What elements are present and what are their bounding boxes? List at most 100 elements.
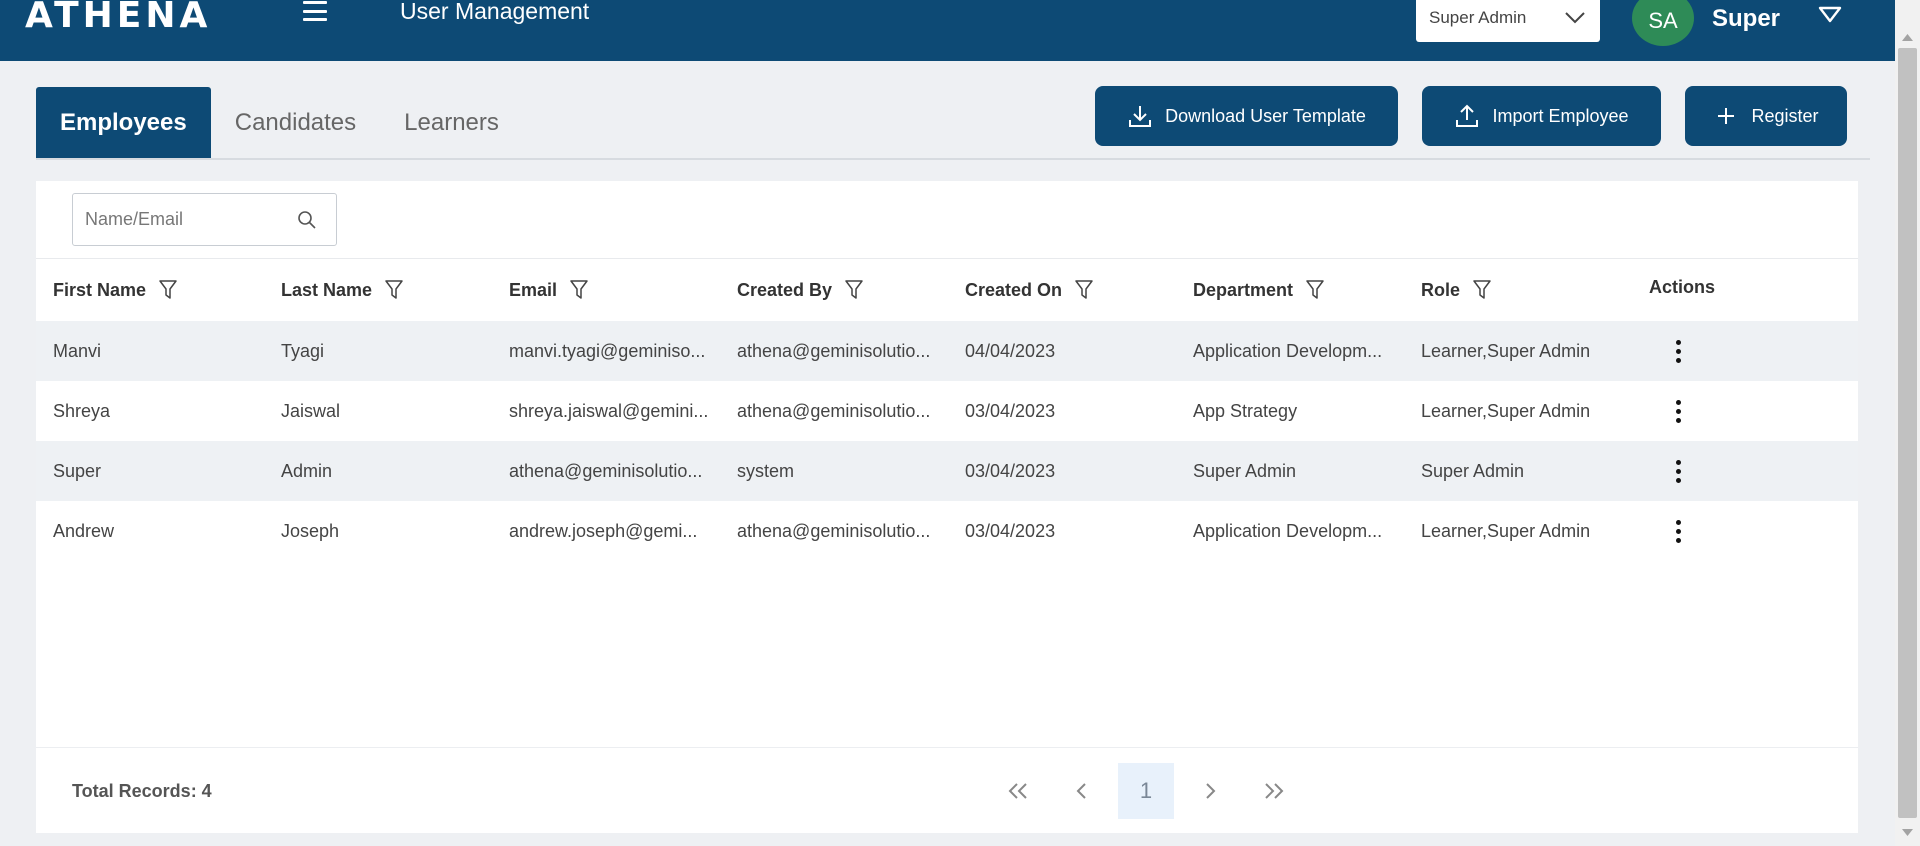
cell-role: Super Admin	[1421, 460, 1525, 481]
column-header-created-on: Created On	[965, 259, 1094, 321]
cell-created-by: system	[737, 460, 795, 481]
caret-down-icon[interactable]	[1818, 6, 1842, 24]
employees-card: First Name Last Name Email Created By Create…	[36, 181, 1858, 833]
column-header-label: Last Name	[281, 279, 373, 300]
column-header-label: Created By	[737, 279, 833, 300]
cell-last-name: Joseph	[281, 520, 340, 541]
cell-last-name: Jaiswal	[281, 400, 341, 421]
filter-icon[interactable]	[1074, 279, 1094, 301]
chevron-left-icon	[1076, 783, 1086, 799]
table-row[interactable]: Shreya Jaiswal shreya.jaiswal@gemini... ath…	[36, 381, 1858, 441]
cell-last-name: Admin	[281, 460, 333, 481]
tab-candidates[interactable]: Candidates	[211, 87, 380, 159]
filter-icon[interactable]	[1472, 279, 1492, 301]
double-chevron-left-icon	[1008, 783, 1027, 799]
cell-role: Learner,Super Admin	[1421, 520, 1591, 541]
cell-department: App Strategy	[1193, 400, 1298, 421]
download-icon	[1129, 106, 1152, 127]
column-header-label: Role	[1421, 279, 1461, 300]
column-header-label: Actions	[1649, 276, 1716, 297]
scrollbar-thumb[interactable]	[1898, 48, 1917, 818]
search-icon[interactable]	[297, 210, 317, 230]
tab-employees[interactable]: Employees	[36, 87, 211, 159]
column-header-label: First Name	[53, 279, 147, 300]
table-row[interactable]: Super Admin athena@geminisolutio... system 0…	[36, 441, 1858, 501]
filter-icon[interactable]	[569, 279, 589, 301]
more-actions-icon[interactable]	[1666, 321, 1690, 381]
role-select-value: Super Admin	[1429, 8, 1527, 27]
user-type-tabs: Employees Candidates Learners	[36, 87, 523, 159]
upload-icon	[1456, 104, 1479, 127]
avatar[interactable]: SA	[1632, 0, 1694, 46]
menu-icon[interactable]	[300, 0, 330, 22]
cell-role: Learner,Super Admin	[1421, 340, 1591, 361]
register-label: Register	[1751, 105, 1819, 126]
prev-page-button[interactable]	[1054, 763, 1110, 819]
total-records: Total Records: 4	[72, 781, 212, 801]
more-actions-icon[interactable]	[1666, 501, 1690, 561]
next-page-button[interactable]	[1182, 763, 1238, 819]
filter-icon[interactable]	[384, 279, 404, 301]
page-title: User Management	[400, 0, 590, 24]
tab-learners[interactable]: Learners	[380, 87, 523, 159]
column-header-role: Role	[1421, 259, 1492, 321]
cell-email: athena@geminisolutio...	[509, 460, 703, 481]
cell-created-by: athena@geminisolutio...	[737, 340, 931, 361]
tabs-divider	[36, 158, 1870, 160]
search-field[interactable]	[72, 193, 337, 246]
top-bar: ATHENA User Management Super Admin SA Su…	[0, 0, 1895, 61]
cell-email: shreya.jaiswal@gemini...	[509, 400, 709, 421]
more-actions-icon[interactable]	[1666, 441, 1690, 501]
cell-created-by: athena@geminisolutio...	[737, 400, 931, 421]
import-employee-label: Import Employee	[1492, 105, 1629, 126]
cell-department: Application Developm...	[1193, 340, 1383, 361]
register-button[interactable]: Register	[1685, 86, 1847, 146]
column-header-last-name: Last Name	[281, 259, 404, 321]
cell-role: Learner,Super Admin	[1421, 400, 1591, 421]
table-header: First Name Last Name Email Created By Create…	[36, 259, 1858, 321]
more-actions-icon[interactable]	[1666, 381, 1690, 441]
cell-department: Application Developm...	[1193, 520, 1383, 541]
last-page-button[interactable]	[1246, 763, 1302, 819]
filter-icon[interactable]	[1305, 279, 1325, 301]
import-employee-button[interactable]: Import Employee	[1422, 86, 1661, 146]
page-scrollbar[interactable]	[1895, 0, 1920, 846]
cell-last-name: Tyagi	[281, 340, 325, 361]
scroll-up-icon[interactable]	[1901, 32, 1914, 42]
cell-email: manvi.tyagi@geminiso...	[509, 340, 706, 361]
filter-icon[interactable]	[158, 279, 178, 301]
cell-created-on: 04/04/2023	[965, 340, 1056, 361]
scroll-down-icon[interactable]	[1901, 828, 1914, 838]
column-header-label: Created On	[965, 279, 1063, 300]
first-page-button[interactable]	[990, 763, 1046, 819]
cell-created-on: 03/04/2023	[965, 400, 1056, 421]
cell-first-name: Andrew	[53, 520, 115, 541]
download-template-label: Download User Template	[1165, 105, 1366, 126]
avatar-initials: SA	[1648, 8, 1678, 33]
column-header-label: Email	[509, 279, 558, 300]
table-row[interactable]: Manvi Tyagi manvi.tyagi@geminiso... athena@…	[36, 321, 1858, 381]
column-header-first-name: First Name	[53, 259, 178, 321]
column-header-email: Email	[509, 259, 589, 321]
pagination: 1	[986, 762, 1306, 820]
download-template-button[interactable]: Download User Template	[1095, 86, 1398, 146]
athena-logo[interactable]: ATHENA	[25, 0, 211, 40]
column-header-label: Department	[1193, 279, 1294, 300]
table-row[interactable]: Andrew Joseph andrew.joseph@gemi... athena@…	[36, 501, 1858, 561]
role-select[interactable]: Super Admin	[1416, 0, 1600, 42]
cell-email: andrew.joseph@gemi...	[509, 520, 698, 541]
cell-first-name: Shreya	[53, 400, 111, 421]
search-input[interactable]	[85, 209, 285, 230]
chevron-right-icon	[1206, 783, 1216, 799]
double-chevron-right-icon	[1265, 783, 1284, 799]
cell-department: Super Admin	[1193, 460, 1297, 481]
column-header-department: Department	[1193, 259, 1325, 321]
plus-icon	[1718, 108, 1735, 124]
page-button-current[interactable]: 1	[1118, 763, 1174, 819]
column-header-created-by: Created By	[737, 259, 864, 321]
cell-created-on: 03/04/2023	[965, 460, 1056, 481]
cell-first-name: Super	[53, 460, 102, 481]
chevron-down-icon	[1565, 12, 1585, 24]
user-name[interactable]: Super	[1712, 5, 1780, 33]
filter-icon[interactable]	[844, 279, 864, 301]
